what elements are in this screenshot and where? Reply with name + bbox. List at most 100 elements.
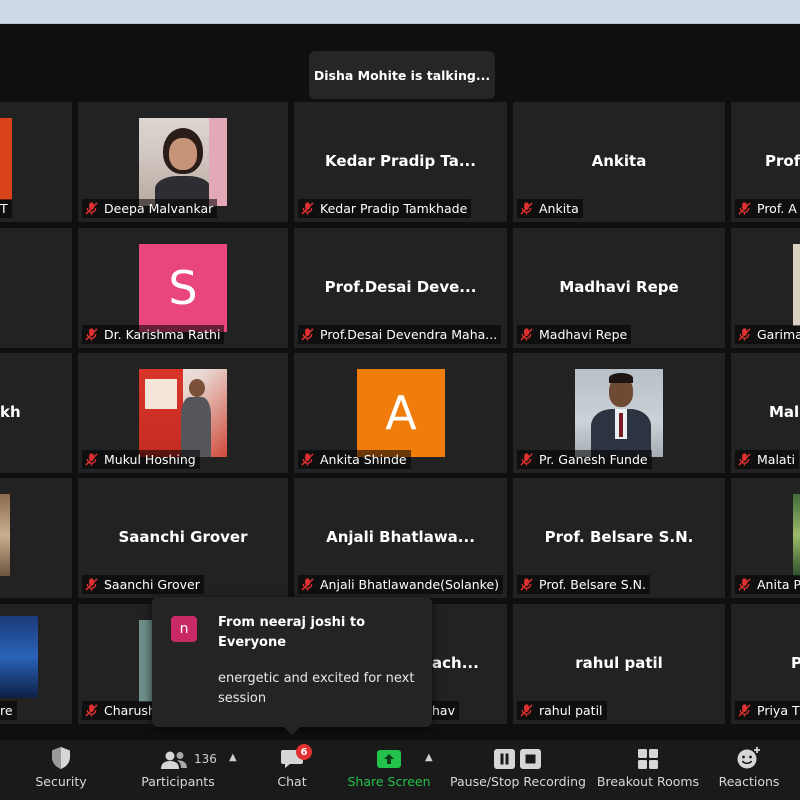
participant-name: Charush [104,703,156,718]
muted-mic-icon [738,202,751,215]
participant-tile[interactable]: Mala Malati [731,353,800,473]
muted-mic-icon [301,202,314,215]
participant-display-name: Prof.Desai Deve... [324,278,477,296]
participant-name-tag: re [0,701,17,720]
video-feed [793,494,800,576]
muted-mic-icon [85,704,98,717]
popup-pointer [284,727,300,735]
participant-name-tag: Ankita Shinde [298,450,411,469]
participant-tile[interactable]: T [0,102,72,222]
participant-tile[interactable]: Ankita Ankita [513,102,725,222]
participant-tile[interactable]: P Priya T [731,604,800,724]
breakout-rooms-button[interactable]: Breakout Rooms [596,740,700,800]
participant-tile[interactable]: Anita P [731,478,800,598]
participant-name: Deepa Malvankar [104,201,214,216]
breakout-rooms-label: Breakout Rooms [596,774,700,789]
participant-name-tag: Garima [735,325,800,344]
muted-mic-icon [738,453,751,466]
participant-tile[interactable]: Anjali Bhatlawa... Anjali Bhatlawande(So… [294,478,507,598]
participants-label: Participants [141,774,215,789]
chat-message-text: energetic and excited for next session [218,671,415,706]
participant-name-tag: Ankita [517,199,583,218]
participant-display-name: Ankita [591,152,647,170]
participant-name: Prof.Desai Devendra Maha... [320,327,498,342]
participant-name: Ankita [539,201,579,216]
participant-name-tag: Charush [82,701,160,720]
participant-tile[interactable]: Kedar Pradip Ta... Kedar Pradip Tamkhade [294,102,507,222]
participant-name: hav [432,703,455,718]
participant-name: Anjali Bhatlawande(Solanke) [320,577,500,592]
participant-display-name: Prof. Belsare S.N. [544,528,694,546]
muted-mic-icon [738,578,751,591]
breakout-rooms-icon [638,749,658,769]
participant-tile[interactable]: rahul patil rahul patil [513,604,725,724]
participant-video [575,369,663,457]
sender-avatar-letter: n [179,621,189,637]
participant-count: 136 [194,752,217,766]
muted-mic-icon [85,202,98,215]
participant-tile[interactable]: Pr. Ganesh Funde [513,353,725,473]
participant-display-name: Anjali Bhatlawa... [326,528,475,546]
share-screen-icon [377,750,401,768]
participant-avatar: S [139,244,227,332]
muted-mic-icon [85,453,98,466]
participant-tile[interactable]: A Ankita Shinde [294,353,507,473]
video-feed [0,118,12,200]
participant-name: Mukul Hoshing [104,452,196,467]
participant-display-name: Madhavi Repe [559,278,679,296]
participant-tile[interactable]: Mukul Hoshing [78,353,288,473]
participant-tile[interactable] [0,228,72,348]
pause-stop-recording-button[interactable]: Pause/Stop Recording [450,740,586,800]
participant-name: Prof. Belsare S.N. [539,577,646,592]
participant-name-tag: Saanchi Grover [82,575,204,594]
participant-name-tag: Priya T [735,701,800,720]
active-speaker-indicator: Disha Mohite is talking... [309,51,495,99]
chat-unread-badge: 6 [296,744,312,760]
participant-name-tag: Prof.Desai Devendra Maha... [298,325,502,344]
participants-icon [161,751,187,769]
video-feed [139,620,153,702]
participants-options-caret-icon[interactable]: ▲ [229,752,237,763]
participants-button[interactable]: 136 Participants [136,740,220,800]
participant-display-name: Saanchi Grover [118,528,248,546]
participant-tile[interactable]: Deepa Malvankar [78,102,288,222]
muted-mic-icon [301,578,314,591]
participant-tile[interactable]: Madhavi Repe Madhavi Repe [513,228,725,348]
participant-display-name: rahul patil [575,654,663,672]
active-speaker-text: Disha Mohite is talking... [313,67,491,83]
participant-tile[interactable]: S Dr. Karishma Rathi [78,228,288,348]
share-screen-label: Share Screen [347,774,431,789]
chat-sender-line: From neeraj joshi to Everyone [218,615,366,650]
participant-name-tag: Mukul Hoshing [82,450,200,469]
participant-tile[interactable]: Saanchi Grover Saanchi Grover [78,478,288,598]
participant-name-tag: T [0,199,12,218]
participant-name: Dr. Karishma Rathi [104,327,221,342]
share-screen-button[interactable]: Share Screen [346,740,432,800]
participant-name: Saanchi Grover [104,577,200,592]
participant-video [139,118,227,206]
participant-tile[interactable]: re [0,604,72,724]
participant-name: Pr. Ganesh Funde [539,452,648,467]
participant-name: re [0,703,13,718]
meeting-controls-toolbar: Security 136 Participants ▲ 6 Chat Share… [0,740,800,800]
participant-tile[interactable] [0,478,72,598]
share-options-caret-icon[interactable]: ▲ [425,752,433,763]
chat-notification-popup[interactable]: n From neeraj joshi to Everyone energeti… [152,597,432,735]
participant-name: Malati [757,452,795,467]
reactions-icon [737,747,760,769]
participant-tile[interactable]: Prof.Desai Deve... Prof.Desai Devendra M… [294,228,507,348]
participant-name-tag: Pr. Ganesh Funde [517,450,652,469]
security-button[interactable]: Security [26,740,96,800]
chat-button[interactable]: 6 Chat [262,740,322,800]
participant-tile[interactable]: kh [0,353,72,473]
participant-name: Garima [757,327,800,342]
shield-icon [52,747,70,769]
muted-mic-icon [520,453,533,466]
reactions-button[interactable]: Reactions [714,740,784,800]
participant-video [139,369,227,457]
participant-name-tag: Anjali Bhatlawande(Solanke) [298,575,503,594]
participant-tile[interactable]: Prof. Belsare S.N. Prof. Belsare S.N. [513,478,725,598]
participant-tile[interactable]: Prof Prof. A [731,102,800,222]
participant-name: Prof. A [757,201,797,216]
participant-tile[interactable]: Garima [731,228,800,348]
